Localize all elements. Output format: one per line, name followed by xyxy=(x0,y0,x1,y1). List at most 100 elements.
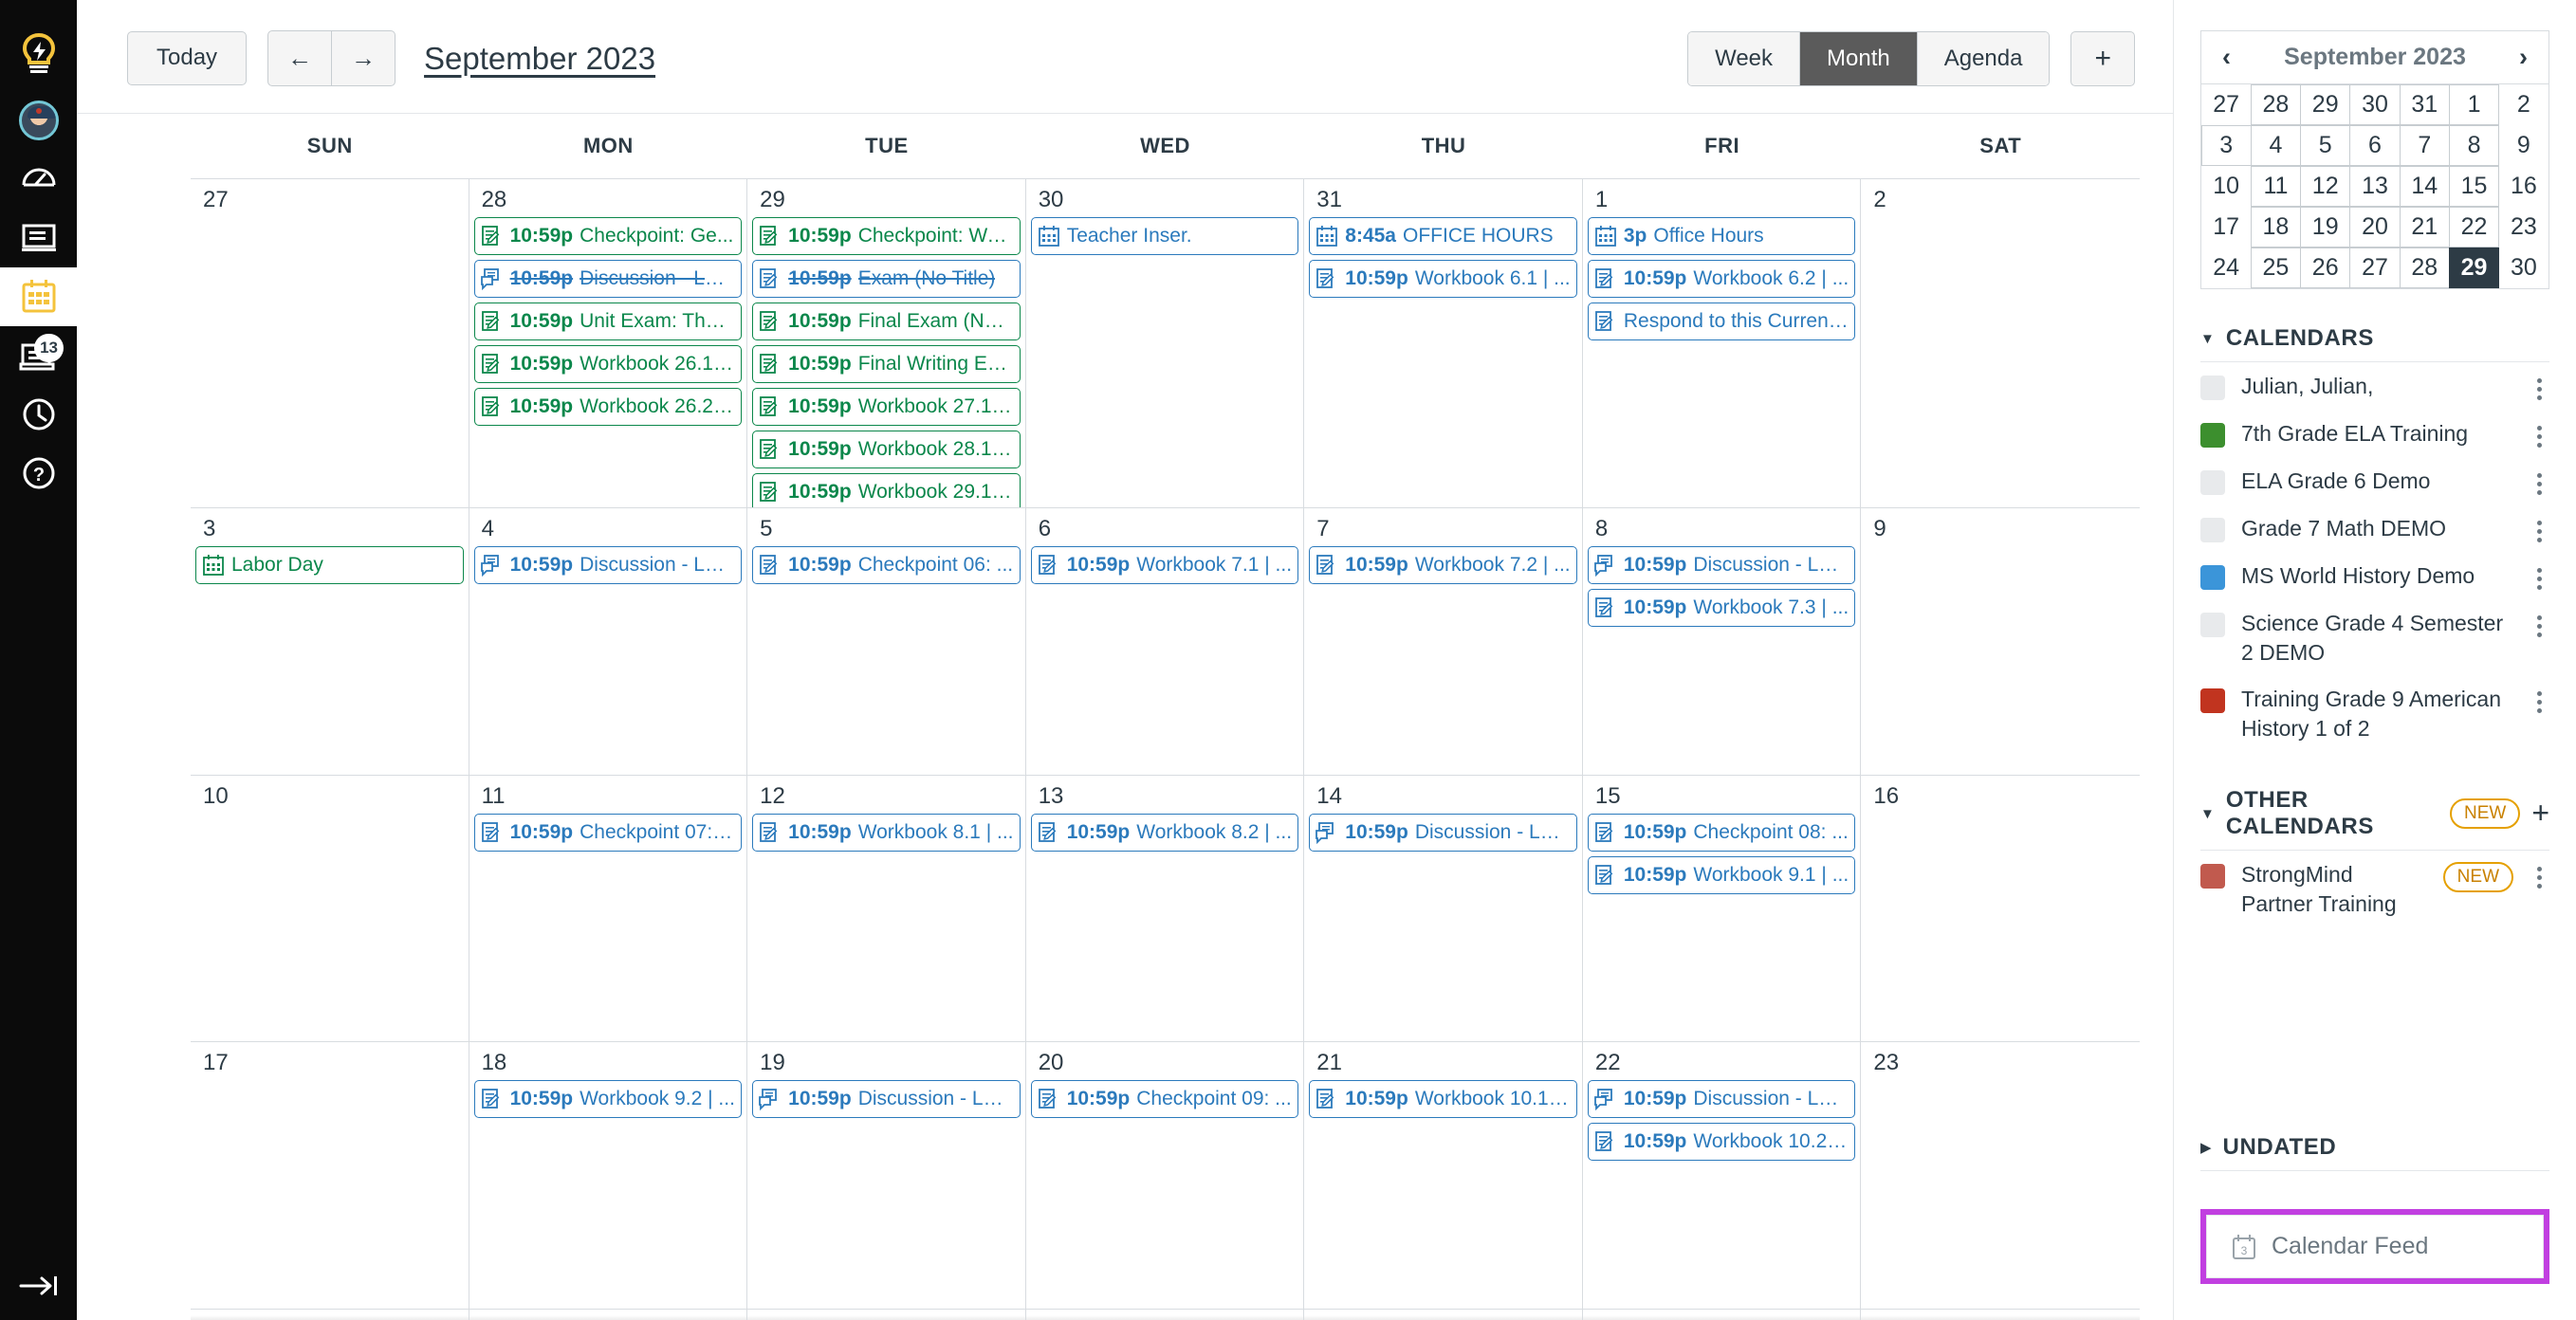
day-cell[interactable]: 30 Teacher Inser. xyxy=(1026,179,1305,507)
mini-calendar-day[interactable]: 4 xyxy=(2250,124,2302,166)
tab-week[interactable]: Week xyxy=(1688,31,1801,85)
day-cell[interactable]: 7 10:59p Workbook 7.2 | ... xyxy=(1304,508,1583,775)
calendar-event[interactable]: 10:59p Discussion - Less... xyxy=(473,260,743,298)
day-cell[interactable]: 20 10:59p Checkpoint 09: ... xyxy=(1026,1042,1305,1309)
day-cell[interactable]: 27 xyxy=(1026,1310,1305,1320)
calendar-options-icon[interactable] xyxy=(2530,424,2549,449)
calendar-event[interactable]: 10:59p Workbook 8.1 | ... xyxy=(752,814,1021,852)
mini-calendar-day[interactable]: 13 xyxy=(2349,165,2401,207)
day-cell[interactable]: 16 xyxy=(1861,776,2140,1041)
calendar-event[interactable]: 10:59p Checkpoint 06: ... xyxy=(752,546,1021,584)
calendar-event[interactable]: 10:59p Workbook 26.2 |... xyxy=(473,388,743,426)
day-cell[interactable]: 8 10:59p Discussion - Less... 10:59p Workboo… xyxy=(1583,508,1862,775)
mini-calendar-day[interactable]: 18 xyxy=(2250,206,2302,248)
mini-calendar-day[interactable]: 22 xyxy=(2448,206,2500,248)
dashboard-icon[interactable] xyxy=(0,150,77,209)
mini-calendar-day[interactable]: 5 xyxy=(2300,124,2351,166)
calendar-event[interactable]: 10:59p Discussion - Less... xyxy=(1587,1080,1856,1118)
day-cell[interactable]: 23 xyxy=(1861,1042,2140,1309)
sidebar-item-inbox[interactable]: 13 xyxy=(0,326,77,385)
day-cell[interactable]: 25 xyxy=(469,1310,748,1320)
calendar-event[interactable]: 10:59p Checkpoint: Wat... xyxy=(752,217,1021,255)
calendar-options-icon[interactable] xyxy=(2530,689,2549,715)
day-cell[interactable]: 29 xyxy=(1583,1310,1862,1320)
calendar-event[interactable]: 10:59p Workbook 7.3 | ... xyxy=(1587,589,1856,627)
mini-calendar-day[interactable]: 12 xyxy=(2300,165,2351,207)
mini-next-month-button[interactable]: › xyxy=(2513,43,2533,72)
day-cell[interactable]: 3 Labor Day xyxy=(191,508,469,775)
day-cell[interactable]: 9 xyxy=(1861,508,2140,775)
calendar-event[interactable]: 10:59p Checkpoint 09: ... xyxy=(1030,1080,1299,1118)
day-cell[interactable]: 12 10:59p Workbook 8.1 | ... xyxy=(747,776,1026,1041)
expand-navigation-button[interactable] xyxy=(0,1273,77,1299)
history-icon[interactable] xyxy=(0,385,77,444)
previous-month-button[interactable]: ← xyxy=(267,30,333,86)
calendar-event[interactable]: 10:59p Workbook 10.1 |... xyxy=(1309,1080,1577,1118)
sidebar-item-calendar[interactable] xyxy=(0,267,77,326)
day-cell[interactable]: 5 10:59p Checkpoint 06: ... xyxy=(747,508,1026,775)
calendar-options-icon[interactable] xyxy=(2530,865,2549,890)
calendar-event[interactable]: 10:59p Workbook 7.2 | ... xyxy=(1309,546,1577,584)
day-cell[interactable]: 1 3p Office Hours 10:59p Workbook 6.2 | ... R… xyxy=(1583,179,1862,507)
calendar-options-icon[interactable] xyxy=(2530,471,2549,497)
calendar-event[interactable]: 10:59p Workbook 10.2 |... xyxy=(1587,1123,1856,1161)
day-cell[interactable]: 31 8:45a OFFICE HOURS 10:59p Workbook 6.1 | … xyxy=(1304,179,1583,507)
mini-calendar-day[interactable]: 7 xyxy=(2399,124,2450,166)
mini-calendar-day[interactable]: 27 xyxy=(2349,247,2401,288)
mini-calendar-day[interactable]: 29 xyxy=(2300,83,2351,125)
day-cell[interactable]: 13 10:59p Workbook 8.2 | ... xyxy=(1026,776,1305,1041)
tab-month[interactable]: Month xyxy=(1800,31,1918,85)
page-title[interactable]: September 2023 xyxy=(424,41,655,77)
calendar-color-checkbox[interactable] xyxy=(2200,376,2225,400)
calendar-event[interactable]: 10:59p Workbook 9.1 | ... xyxy=(1587,856,1856,894)
mini-calendar-day[interactable]: 17 xyxy=(2201,207,2251,248)
calendar-event[interactable]: 10:59p Checkpoint: Ge... xyxy=(473,217,743,255)
add-other-calendar-button[interactable]: + xyxy=(2531,798,2549,829)
day-cell[interactable]: 24 xyxy=(191,1310,469,1320)
mini-calendar-day[interactable]: 21 xyxy=(2399,206,2450,248)
calendar-feed-button[interactable]: 3 Calendar Feed xyxy=(2206,1215,2544,1278)
mini-prev-month-button[interactable]: ‹ xyxy=(2217,43,2236,72)
mini-calendar-today[interactable]: 29 xyxy=(2448,247,2500,288)
tab-agenda[interactable]: Agenda xyxy=(1917,31,2050,85)
day-cell[interactable]: 2 xyxy=(1861,179,2140,507)
courses-icon[interactable] xyxy=(0,209,77,267)
calendar-event[interactable]: 10:59p Unit Exam: The ... xyxy=(473,302,743,340)
calendar-color-checkbox[interactable] xyxy=(2200,864,2225,889)
day-cell[interactable]: 11 10:59p Checkpoint 07: S... xyxy=(469,776,748,1041)
mini-calendar-day[interactable]: 16 xyxy=(2499,166,2548,207)
calendar-event[interactable]: 3p Office Hours xyxy=(1587,217,1856,255)
account-avatar[interactable] xyxy=(0,91,77,150)
calendar-event[interactable]: 10:59p Workbook 27.1 |... xyxy=(752,388,1021,426)
calendar-options-icon[interactable] xyxy=(2530,614,2549,639)
mini-calendar-day[interactable]: 26 xyxy=(2300,247,2351,288)
mini-calendar-day[interactable]: 10 xyxy=(2201,166,2251,207)
mini-calendar-day[interactable]: 23 xyxy=(2499,207,2548,248)
calendar-event[interactable]: 10:59p Workbook 9.2 | ... xyxy=(473,1080,743,1118)
day-cell[interactable]: 27 xyxy=(191,179,469,507)
mini-calendar-day[interactable]: 27 xyxy=(2201,84,2251,125)
calendar-event[interactable]: 10:59p Discussion - Less... xyxy=(1587,546,1856,584)
calendar-event[interactable]: 8:45a OFFICE HOURS xyxy=(1309,217,1577,255)
calendar-event[interactable]: Labor Day xyxy=(195,546,464,584)
mini-calendar-day[interactable]: 3 xyxy=(2200,124,2252,166)
day-cell[interactable]: 4 10:59p Discussion - Less... xyxy=(469,508,748,775)
next-month-button[interactable]: → xyxy=(332,30,396,86)
calendar-color-checkbox[interactable] xyxy=(2200,688,2225,714)
calendar-event[interactable]: 10:59p Workbook 6.2 | ... xyxy=(1587,260,1856,298)
mini-calendar-day[interactable]: 30 xyxy=(2349,83,2401,125)
day-cell[interactable]: 6 10:59p Workbook 7.1 | ... xyxy=(1026,508,1305,775)
day-cell[interactable]: 19 10:59p Discussion - Less... xyxy=(747,1042,1026,1309)
calendar-options-icon[interactable] xyxy=(2530,376,2549,402)
mini-calendar-day[interactable]: 8 xyxy=(2448,124,2500,166)
mini-calendar-day[interactable]: 24 xyxy=(2201,248,2251,288)
day-cell[interactable]: 28 xyxy=(1304,1310,1583,1320)
calendar-event[interactable]: 10:59p Checkpoint 07: S... xyxy=(473,814,743,852)
calendar-event[interactable]: 10:59p Workbook 29.1 |... xyxy=(752,473,1021,507)
day-cell[interactable]: 18 10:59p Workbook 9.2 | ... xyxy=(469,1042,748,1309)
calendar-color-checkbox[interactable] xyxy=(2200,518,2225,542)
help-icon[interactable]: ? xyxy=(0,444,77,503)
calendar-color-checkbox[interactable] xyxy=(2200,423,2225,448)
calendar-event[interactable]: Teacher Inser. xyxy=(1030,217,1299,255)
mini-calendar-day[interactable]: 20 xyxy=(2349,206,2401,248)
